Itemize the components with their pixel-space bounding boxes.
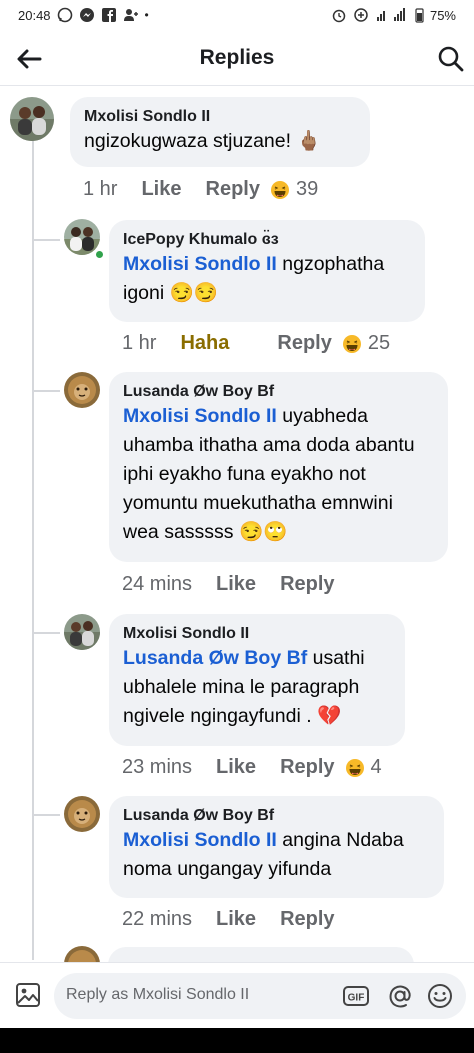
haha-button[interactable]: Haha (180, 332, 229, 355)
comment-bubble[interactable]: IcePopy Khumalo ɞ̈ɜ Mxolisi Sondlo II ng… (109, 220, 425, 322)
header-bar: Replies (0, 32, 474, 86)
comment-text: ngizokugwaza stjuzane! 🖕🏽 (84, 130, 321, 152)
search-icon (438, 46, 464, 72)
reply-button[interactable]: Reply (280, 908, 334, 931)
gif-icon: GIF (343, 986, 369, 1006)
comment-time[interactable]: 22 mins (122, 908, 192, 931)
signal-icon (375, 7, 409, 23)
comment-actions: 23 mins Like Reply 4 (122, 756, 382, 779)
page-title: Replies (199, 46, 275, 69)
haha-reaction-icon (270, 180, 289, 199)
thread-connector (32, 814, 60, 816)
gallery-button[interactable] (14, 981, 42, 1009)
friend-request-icon (123, 7, 139, 23)
like-button[interactable]: Like (216, 908, 256, 931)
replies-screen: 20:48 • 75% Replies Mxolisi Sondlo II ng… (0, 0, 474, 1053)
status-bar: 20:48 • 75% (0, 0, 474, 32)
reaction-count: 4 (370, 756, 382, 778)
reply-input[interactable]: Reply as Mxolisi Sondlo II GIF (54, 973, 466, 1019)
thread-connector (32, 239, 60, 241)
reaction-summary[interactable]: 25 (342, 332, 390, 355)
comment-bubble[interactable]: Mxolisi Sondlo II ngizokugwaza stjuzane!… (70, 97, 370, 167)
online-status-icon (94, 249, 105, 260)
emoji-button[interactable] (426, 982, 454, 1010)
comment-text: Mxolisi Sondlo II uyabheda uhamba ithath… (123, 402, 434, 547)
comment-bubble[interactable]: Lusanda Øw Boy Bf Mxolisi Sondlo II uyab… (109, 372, 448, 562)
comment-actions: 24 mins Like Reply (122, 573, 335, 596)
comment-author[interactable]: Lusanda Øw Boy Bf (123, 382, 434, 402)
mention-link[interactable]: Lusanda Øw Boy Bf (123, 647, 307, 669)
messenger-icon (79, 7, 95, 23)
thread-connector (32, 632, 60, 634)
reaction-count: 25 (367, 332, 391, 354)
comment-actions: 1 hr Haha Reply 25 (122, 332, 390, 355)
comment-time[interactable]: 24 mins (122, 573, 192, 596)
reply-placeholder: Reply as Mxolisi Sondlo II (66, 986, 250, 1003)
reaction-count: 39 (295, 178, 319, 200)
mention-link[interactable]: Mxolisi Sondlo II (123, 253, 277, 275)
avatar[interactable] (10, 97, 54, 141)
comment-text: Mxolisi Sondlo II ngzophatha igoni 😏😏 (123, 250, 411, 308)
comment-bubble[interactable]: Lusanda Øw Boy Bf Mxolisi Sondlo II angi… (109, 796, 444, 898)
gif-label: GIF (348, 993, 365, 1004)
at-icon (389, 985, 411, 1008)
like-button[interactable]: Like (216, 756, 256, 779)
comment-bubble[interactable]: Mxolisi Sondlo II Lusanda Øw Boy Bf usat… (109, 614, 405, 746)
reply-button[interactable]: Reply (277, 332, 331, 355)
status-left: 20:48 • (18, 7, 149, 23)
avatar[interactable] (64, 796, 100, 832)
comment-actions: 1 hr Like Reply 39 (83, 178, 318, 201)
reply-button[interactable]: Reply (206, 178, 260, 201)
battery-percent: 75% (429, 7, 456, 23)
comment-actions: 22 mins Like Reply (122, 908, 335, 931)
whatsapp-icon (57, 7, 73, 23)
alarm-icon (331, 7, 347, 23)
battery-icon (415, 7, 424, 23)
system-navigation-bar (0, 1028, 474, 1053)
reply-button[interactable]: Reply (280, 756, 334, 779)
status-time: 20:48 (18, 7, 51, 23)
like-button[interactable]: Like (141, 178, 181, 201)
comment-author[interactable]: Lusanda Øw Boy Bf (123, 806, 430, 826)
reaction-summary[interactable]: 4 (345, 756, 382, 779)
thread-connector (32, 390, 60, 392)
comment-time[interactable]: 1 hr (122, 332, 156, 355)
thread-line (32, 140, 34, 960)
data-saver-icon (353, 7, 369, 23)
search-button[interactable] (434, 42, 468, 76)
avatar[interactable] (64, 372, 100, 408)
notification-dot-icon: • (144, 8, 149, 22)
comment-author[interactable]: IcePopy Khumalo ɞ̈ɜ (123, 230, 411, 250)
reply-button[interactable]: Reply (280, 573, 334, 596)
mention-button[interactable] (386, 982, 414, 1010)
mention-link[interactable]: Mxolisi Sondlo II (123, 829, 277, 851)
comment-time[interactable]: 1 hr (83, 178, 117, 201)
avatar[interactable] (64, 219, 100, 255)
haha-reaction-icon (342, 334, 361, 353)
haha-reaction-icon (345, 758, 364, 777)
reaction-summary[interactable]: 39 (270, 178, 318, 201)
mention-link[interactable]: Mxolisi Sondlo II (123, 405, 277, 427)
facebook-icon (101, 7, 117, 23)
comment-text: Mxolisi Sondlo II angina Ndaba noma unga… (123, 826, 430, 884)
smiley-icon (428, 984, 452, 1008)
avatar[interactable] (64, 614, 100, 650)
status-right: 75% (331, 7, 456, 23)
comment-time[interactable]: 23 mins (122, 756, 192, 779)
reply-composer: Reply as Mxolisi Sondlo II GIF (0, 962, 474, 1028)
comment-text: Lusanda Øw Boy Bf usathi ubhalele mina l… (123, 644, 391, 731)
image-icon (16, 983, 40, 1007)
like-button[interactable]: Like (216, 573, 256, 596)
comment-author[interactable]: Mxolisi Sondlo II (84, 107, 356, 127)
comment-author[interactable]: Mxolisi Sondlo II (123, 624, 391, 644)
gif-button[interactable]: GIF (342, 982, 370, 1010)
